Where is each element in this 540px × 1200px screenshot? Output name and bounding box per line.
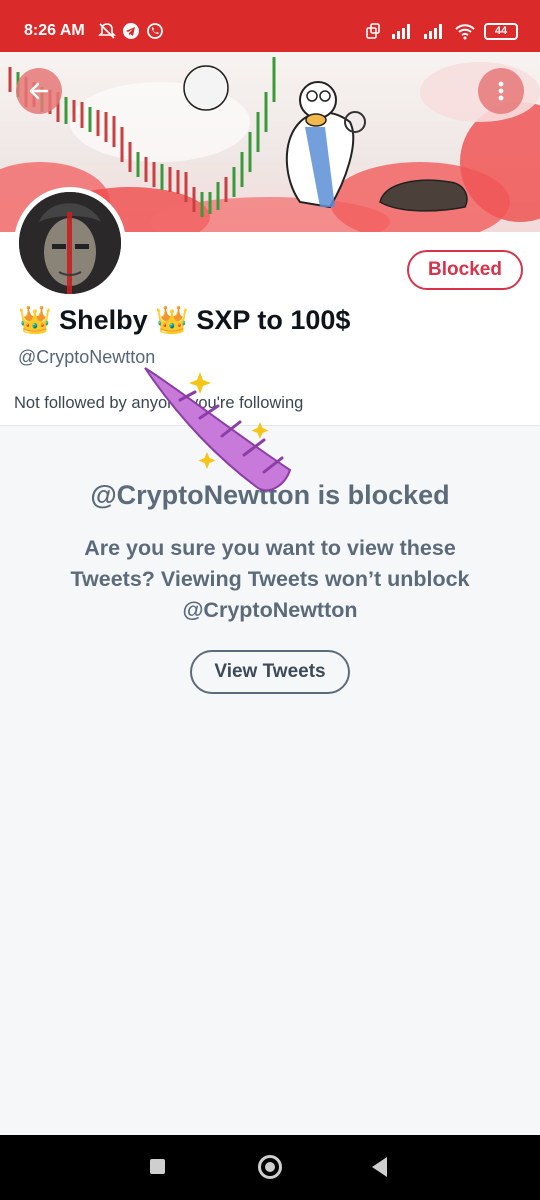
signal-icon xyxy=(424,24,442,39)
display-name-part1: Shelby xyxy=(59,305,148,335)
profile-screen: 8:26 AM 44 Blocked 👑 Shelby 👑 SXP to 100… xyxy=(0,0,540,1200)
arrow-left-icon xyxy=(29,82,49,100)
more-options-button[interactable] xyxy=(478,68,524,114)
status-bar: 8:26 AM 44 xyxy=(0,0,540,52)
circle-icon[interactable] xyxy=(258,1155,282,1179)
screen-icon xyxy=(366,23,380,39)
display-name-part2: SXP to 100$ xyxy=(196,305,351,335)
display-name: 👑 Shelby 👑 SXP to 100$ xyxy=(18,304,350,336)
whatsapp-icon xyxy=(147,23,163,39)
square-icon[interactable] xyxy=(150,1159,165,1174)
unicorn-horn-sticker xyxy=(144,367,292,492)
battery-icon: 44 xyxy=(484,22,518,40)
triangle-back-icon[interactable] xyxy=(372,1157,387,1177)
muted-bell-icon xyxy=(98,23,116,39)
system-nav-bar xyxy=(0,1135,540,1200)
crown-emoji: 👑 xyxy=(18,305,52,335)
back-button[interactable] xyxy=(16,68,62,114)
user-handle: @CryptoNewtton xyxy=(18,347,156,367)
telegram-icon xyxy=(123,23,139,39)
signal-icon xyxy=(392,24,410,39)
view-tweets-button[interactable]: View Tweets xyxy=(190,650,350,694)
blocked-message: Are you sure you want to view these Twee… xyxy=(70,536,470,622)
status-time: 8:26 AM xyxy=(24,22,85,39)
more-vertical-icon xyxy=(498,81,504,101)
wifi-icon xyxy=(455,24,475,40)
avatar-image xyxy=(19,192,121,294)
blocked-button[interactable]: Blocked xyxy=(407,250,523,290)
status-left-icons xyxy=(98,22,164,40)
avatar[interactable] xyxy=(14,187,126,299)
crown-emoji: 👑 xyxy=(155,305,189,335)
status-right-icons: 44 xyxy=(364,22,518,40)
